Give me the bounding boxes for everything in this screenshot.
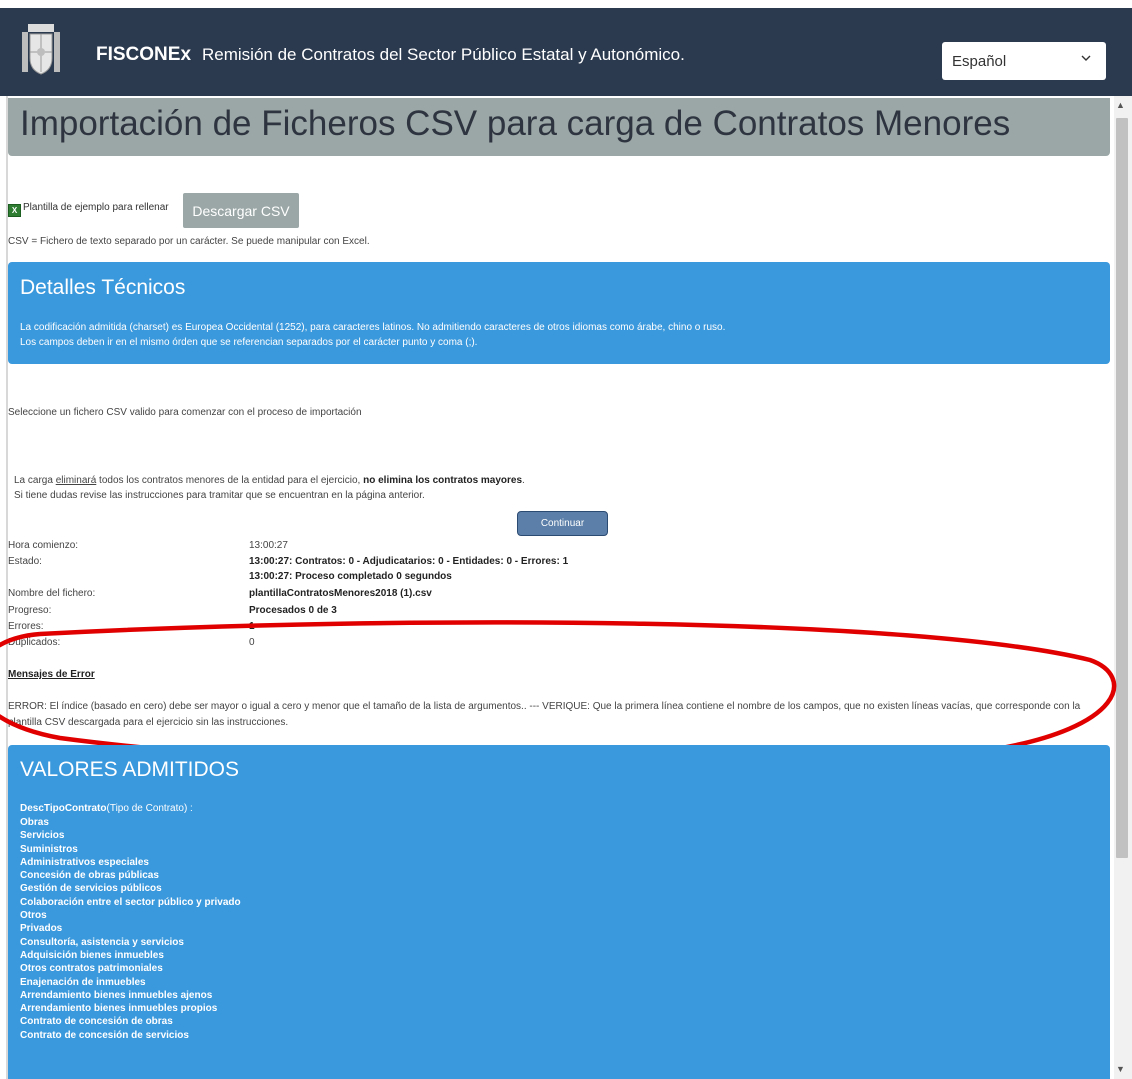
top-header: FISCONEx Remisión de Contratos del Secto… [0,8,1132,96]
contract-type-item: Contrato de concesión de obras [20,1016,173,1028]
brand-name: FISCONEx [96,44,192,65]
contract-type-item: Concesión de obras públicas [20,870,159,882]
state-label: Estado: [8,556,42,567]
header-subtitle: Remisión de Contratos del Sector Público… [202,45,685,64]
charset-note: La codificación admitida (charset) es Eu… [20,322,726,333]
excel-icon[interactable]: X [8,204,21,217]
page-title: Importación de Ficheros CSV para carga d… [20,104,1011,143]
duplicates-value: 0 [249,637,255,648]
warning-prefix: La carga [14,475,56,486]
state-line-1: 13:00:27: Contratos: 0 - Adjudicatarios:… [249,556,569,567]
progress-label: Progreso: [8,605,52,616]
contract-type-item: Colaboración entre el sector público y p… [20,896,241,908]
allowed-values-heading: VALORES ADMITIDOS [20,758,239,781]
error-message: ERROR: El índice (basado en cero) debe s… [8,701,1081,728]
warning-underlined: eliminará [55,475,97,486]
contract-type-item: Arrendamiento bienes inmuebles ajenos [20,989,213,1001]
scrollbar-thumb[interactable] [1116,118,1128,858]
scroll-up-icon[interactable]: ▲ [1116,100,1125,110]
errors-value: 1 [249,621,255,632]
warning-bold: no elimina los contratos mayores [363,475,523,486]
contract-type-item: Suministros [20,843,78,855]
csv-note: CSV = Fichero de texto separado por un c… [8,236,370,247]
contract-type-item: Administrativos especiales [20,856,149,868]
template-link[interactable]: Plantilla de ejemplo para rellenar [23,202,169,213]
scroll-down-icon[interactable]: ▼ [1116,1064,1125,1074]
duplicates-label: Duplicados: [8,637,61,648]
language-select[interactable]: Español [942,42,1106,80]
download-csv-button[interactable]: Descargar CSV [183,193,299,228]
field-description: (Tipo de Contrato) : [106,803,193,814]
warning-suffix: . [522,475,525,486]
field-name: DescTipoContrato [20,803,107,814]
start-time-label: Hora comienzo: [8,540,79,551]
state-line-2: 13:00:27: Proceso completado 0 segundos [249,571,452,582]
progress-value: Procesados 0 de 3 [249,605,337,616]
file-name-value: plantillaContratosMenores2018 (1).csv [249,588,432,599]
file-name-label: Nombre del fichero: [8,588,96,599]
contract-type-item: Consultoría, asistencia y servicios [20,936,184,948]
contract-type-field: DescTipoContrato(Tipo de Contrato) : [20,803,193,814]
contract-type-item: Contrato de concesión de servicios [20,1029,189,1041]
contract-type-list: Obras Servicios Suministros Administrativos… [20,816,241,1042]
select-file-hint: Seleccione un fichero CSV valido para co… [8,407,362,418]
tech-details-panel: Detalles Técnicos La codificación admiti… [8,262,1110,364]
start-time-value: 13:00:27 [249,540,288,551]
errors-label: Errores: [8,621,44,632]
continue-button[interactable]: Continuar [517,511,608,536]
error-messages-heading: Mensajes de Error [8,669,95,680]
allowed-values-panel: VALORES ADMITIDOS DescTipoContrato(Tipo … [8,745,1110,1079]
contract-type-item: Adquisición bienes inmuebles [20,949,164,961]
contract-type-item: Privados [20,923,63,935]
contract-type-item: Gestión de servicios públicos [20,883,162,895]
contract-type-item: Enajenación de inmuebles [20,976,146,988]
contract-type-item: Arrendamiento bienes inmuebles propios [20,1003,218,1015]
tech-details-heading: Detalles Técnicos [20,276,186,299]
delete-warning: La carga eliminará todos los contratos m… [14,475,525,486]
contract-type-item: Servicios [20,830,65,842]
instructions-hint: Si tiene dudas revise las instrucciones … [14,490,425,501]
contract-type-item: Otros [20,910,47,922]
title-panel: Importación de Ficheros CSV para carga d… [8,98,1110,156]
field-order-note: Los campos deben ir en el mismo órden qu… [20,337,478,348]
coat-of-arms-logo [18,22,64,78]
contract-type-item: Otros contratos patrimoniales [20,963,163,975]
chevron-down-icon [1080,51,1092,68]
contract-type-item: Obras [20,817,49,828]
warning-middle: todos los contratos menores de la entida… [96,475,364,486]
language-value: Español [952,53,1007,70]
